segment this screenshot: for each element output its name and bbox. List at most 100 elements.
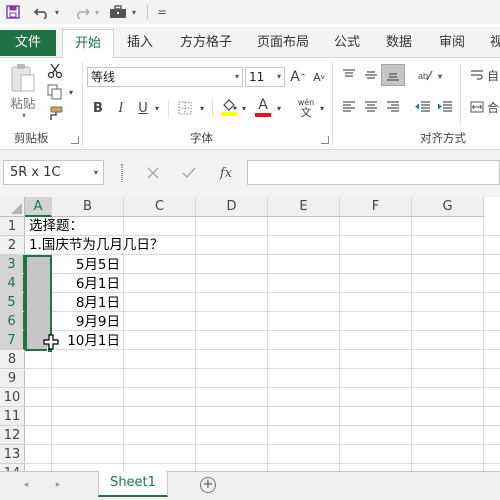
copy-icon[interactable]: [44, 83, 66, 101]
orientation-dropdown-icon[interactable]: ▾: [435, 69, 445, 83]
font-size-combo[interactable]: 11 ▾: [245, 67, 285, 87]
column-header-b[interactable]: B: [52, 197, 124, 217]
align-bottom-icon[interactable]: [381, 64, 405, 86]
cell-b7[interactable]: 10月1日: [53, 332, 120, 351]
row-header-8[interactable]: 8: [0, 350, 25, 369]
paste-dropdown-icon[interactable]: ▾: [18, 110, 30, 120]
fill-color-dropdown-icon[interactable]: ▾: [239, 101, 249, 115]
column-header-c[interactable]: C: [124, 197, 196, 217]
column-header-f[interactable]: F: [340, 197, 412, 217]
tab-file[interactable]: 文件: [0, 30, 56, 56]
align-left-icon[interactable]: [340, 98, 358, 116]
scroll-right-icon[interactable]: ▸: [52, 478, 64, 492]
chevron-down-icon[interactable]: ▾: [235, 68, 239, 86]
cell-a1[interactable]: 选择题：: [29, 217, 83, 236]
name-box[interactable]: 5R x 1C ▾: [3, 160, 104, 185]
decrease-indent-icon[interactable]: [413, 98, 433, 116]
tab-review[interactable]: 审阅: [439, 29, 465, 58]
row-header-2[interactable]: 2: [0, 236, 25, 255]
font-color-button[interactable]: A: [253, 96, 273, 118]
tab-data[interactable]: 数据: [386, 29, 412, 58]
tab-view[interactable]: 视: [490, 29, 500, 58]
row-header-12[interactable]: 12: [0, 426, 25, 445]
underline-button[interactable]: U: [135, 98, 151, 118]
italic-button[interactable]: I: [112, 98, 130, 118]
cell-b6[interactable]: 9月9日: [53, 313, 120, 332]
borders-dropdown-icon[interactable]: ▾: [197, 101, 207, 115]
row-header-10[interactable]: 10: [0, 388, 25, 407]
undo-dropdown-icon[interactable]: ▾: [52, 2, 62, 22]
font-color-dropdown-icon[interactable]: ▾: [274, 101, 284, 115]
tab-home[interactable]: 开始: [62, 29, 114, 59]
row-header-6[interactable]: 6: [0, 312, 25, 331]
cell-a2[interactable]: 1.国庆节为几月几日？: [29, 236, 163, 255]
row-header-14[interactable]: 14: [0, 464, 25, 471]
phonetic-guide-button[interactable]: wén 文: [295, 95, 317, 121]
merge-center-icon[interactable]: [468, 98, 486, 116]
row-header-7[interactable]: 7: [0, 331, 25, 350]
row-header-1[interactable]: 1: [0, 217, 25, 236]
resize-handle[interactable]: [121, 164, 123, 182]
bold-button[interactable]: B: [89, 98, 107, 118]
cut-icon[interactable]: [44, 62, 66, 80]
column-header-d[interactable]: D: [196, 197, 268, 217]
merge-center-label[interactable]: 合: [486, 98, 500, 116]
wrap-text-icon[interactable]: [468, 66, 486, 84]
clipboard-launcher-icon[interactable]: [71, 136, 79, 144]
borders-icon[interactable]: [176, 98, 194, 118]
copy-dropdown-icon[interactable]: ▾: [66, 86, 76, 98]
grow-font-button[interactable]: A ^: [290, 68, 306, 86]
insert-function-button[interactable]: fx: [214, 163, 238, 183]
paste-icon[interactable]: [8, 62, 38, 94]
format-painter-icon[interactable]: [44, 105, 66, 123]
briefcase-icon[interactable]: [107, 2, 129, 22]
column-header-g[interactable]: G: [412, 197, 484, 217]
sheet-tab-sheet1[interactable]: Sheet1: [98, 471, 168, 497]
enter-icon[interactable]: [178, 164, 200, 182]
column-header-a[interactable]: A: [25, 197, 52, 217]
increase-indent-icon[interactable]: [435, 98, 455, 116]
cell-b4[interactable]: 6月1日: [53, 275, 120, 294]
tab-insert[interactable]: 插入: [127, 29, 153, 58]
row-header-4[interactable]: 4: [0, 274, 25, 293]
align-center-icon[interactable]: [362, 98, 380, 116]
align-right-icon[interactable]: [384, 98, 402, 116]
redo-icon[interactable]: [72, 2, 92, 22]
font-launcher-icon[interactable]: [321, 136, 329, 144]
select-all-corner[interactable]: [0, 197, 25, 217]
row-header-5[interactable]: 5: [0, 293, 25, 312]
phonetic-dropdown-icon[interactable]: ▾: [317, 101, 327, 115]
save-icon[interactable]: [4, 2, 22, 22]
tab-fangfang[interactable]: 方方格子: [180, 29, 232, 58]
align-top-icon[interactable]: [340, 66, 358, 84]
column-header-e[interactable]: E: [268, 197, 340, 217]
row-header-9[interactable]: 9: [0, 369, 25, 388]
wrap-text-label[interactable]: 自: [486, 66, 500, 84]
font-name-value: 等线: [91, 70, 116, 84]
customize-qat-icon[interactable]: =: [154, 2, 170, 22]
tab-formulas[interactable]: 公式: [334, 29, 360, 58]
formula-input[interactable]: [247, 160, 500, 185]
cell-b3[interactable]: 5月5日: [53, 256, 120, 275]
underline-dropdown-icon[interactable]: ▾: [152, 101, 162, 115]
tab-page-layout[interactable]: 页面布局: [257, 29, 309, 58]
fill-color-button[interactable]: [219, 96, 239, 118]
paste-label[interactable]: 粘贴: [8, 94, 38, 111]
redo-dropdown-icon[interactable]: ▾: [92, 2, 102, 22]
chevron-down-icon[interactable]: ▾: [94, 161, 98, 184]
scroll-left-icon[interactable]: ◂: [20, 478, 32, 492]
cell-b5[interactable]: 8月1日: [53, 294, 120, 313]
worksheet-grid[interactable]: ABCDEFG 1234567891011121314 选择题： 1.国庆节为几…: [0, 197, 500, 471]
row-header-3[interactable]: 3: [0, 255, 25, 274]
briefcase-dropdown-icon[interactable]: ▾: [129, 2, 139, 22]
chevron-down-icon[interactable]: ▾: [277, 68, 281, 86]
shrink-font-button[interactable]: Av: [311, 68, 327, 86]
row-header-13[interactable]: 13: [0, 445, 25, 464]
align-middle-icon[interactable]: [362, 66, 380, 84]
cancel-icon[interactable]: [142, 164, 164, 182]
add-sheet-button[interactable]: +: [200, 477, 216, 493]
orientation-icon[interactable]: ab: [415, 66, 435, 84]
undo-icon[interactable]: [32, 2, 52, 22]
row-header-11[interactable]: 11: [0, 407, 25, 426]
font-name-combo[interactable]: 等线 ▾: [87, 67, 243, 87]
